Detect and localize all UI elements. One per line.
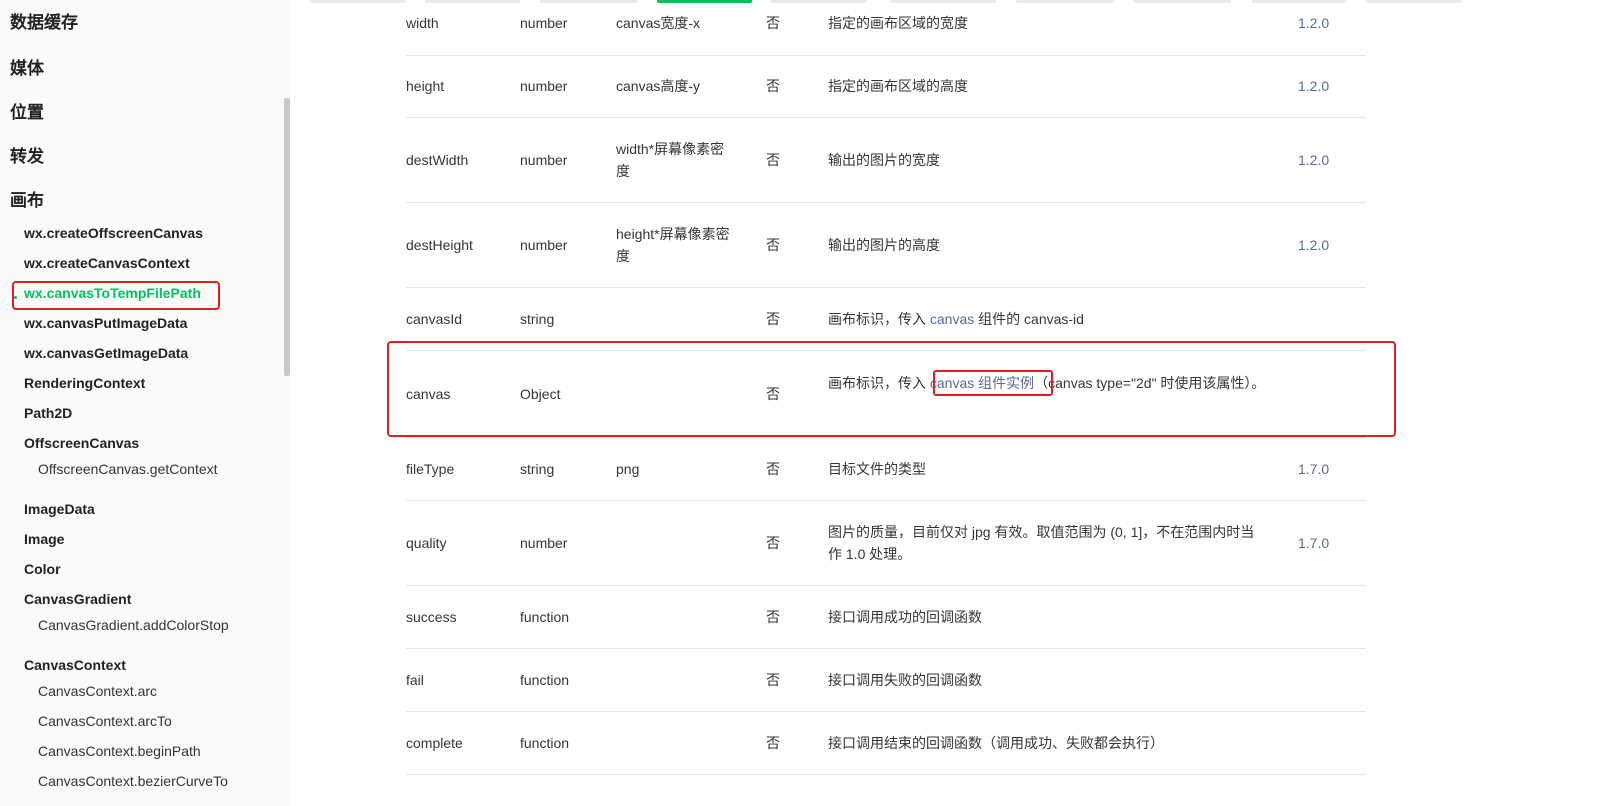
table-row: height number canvas高度-y 否 指定的画布区域的高度 1.… [406,55,1366,118]
param-name: success [406,609,457,625]
table-row: width number canvas宽度-x 否 指定的画布区域的宽度 1.2… [406,0,1366,56]
table-row: destWidth number width*屏幕像素密度 否 输出的图片的宽度… [406,118,1366,203]
param-required: 否 [766,15,780,31]
param-name: quality [406,535,447,551]
param-type: function [520,609,570,625]
sidebar-item-canvas-get-image-data[interactable]: wx.canvasGetImageData [24,345,188,361]
sidebar-category-partial[interactable]: 数据缓存 [10,8,78,33]
sidebar-item-canvas-context[interactable]: CanvasContext [24,657,126,673]
param-default: png [616,461,640,477]
param-name: fail [406,672,424,688]
sidebar-item-canvas-put-image-data[interactable]: wx.canvasPutImageData [24,315,187,331]
param-type: number [520,15,568,31]
param-required: 否 [766,78,780,94]
param-description: 指定的画布区域的宽度 [828,15,968,31]
sidebar-subitem-canvas-context-arc-to[interactable]: CanvasContext.arcTo [38,713,172,729]
param-description: 接口调用成功的回调函数 [828,609,982,625]
param-description: 指定的画布区域的高度 [828,78,968,94]
param-required: 否 [766,609,780,625]
param-description: 输出的图片的高度 [828,237,940,253]
sidebar-item-rendering-context[interactable]: RenderingContext [24,375,145,391]
param-name: destHeight [406,237,473,253]
sidebar-item-path2d[interactable]: Path2D [24,405,72,421]
param-default: width*屏幕像素密度 [616,141,725,179]
table-row: quality number 否 图片的质量，目前仅对 jpg 有效。取值范围为… [406,501,1366,586]
desc-text: 画布标识，传入 [828,311,930,327]
param-type: function [520,735,570,751]
param-type: function [520,672,570,688]
param-type: number [520,535,568,551]
param-description: 输出的图片的宽度 [828,152,940,168]
param-type: string [520,461,555,477]
param-name: destWidth [406,152,469,168]
sidebar-subitem-canvas-context-bezier-curve-to[interactable]: CanvasContext.bezierCurveTo [38,773,228,789]
param-type: number [520,78,568,94]
param-required: 否 [766,311,780,327]
param-name: complete [406,735,463,751]
param-type: number [520,237,568,253]
param-version: 1.7.0 [1298,535,1330,551]
param-version: 1.2.0 [1298,152,1330,168]
param-name: width [406,15,439,31]
sidebar-category-share[interactable]: 转发 [10,142,44,167]
sidebar-category-location[interactable]: 位置 [10,98,44,123]
sidebar-item-create-offscreen-canvas[interactable]: wx.createOffscreenCanvas [24,225,203,241]
param-required: 否 [766,237,780,253]
canvas-link[interactable]: canvas [930,311,974,327]
table-row: fileType string png 否 目标文件的类型 1.7.0 [406,438,1366,501]
param-version: 1.2.0 [1298,237,1330,253]
param-required: 否 [766,535,780,551]
param-required: 否 [766,461,780,477]
highlight-box-sidebar [12,281,220,310]
param-name: fileType [406,461,455,477]
param-default: canvas宽度-x [616,15,701,31]
sidebar-item-image-data[interactable]: ImageData [24,501,95,517]
highlight-box-canvas-row [387,341,1396,437]
sidebar-subitem-canvas-context-begin-path[interactable]: CanvasContext.beginPath [38,743,201,759]
param-description: 目标文件的类型 [828,461,926,477]
sidebar-subitem-canvas-gradient-add-color-stop[interactable]: CanvasGradient.addColorStop [38,617,229,633]
param-default: height*屏幕像素密度 [616,226,730,264]
sidebar-item-offscreen-canvas[interactable]: OffscreenCanvas [24,435,139,451]
param-type: string [520,311,555,327]
param-name: height [406,78,445,94]
table-row: success function 否 接口调用成功的回调函数 [406,586,1366,649]
param-required: 否 [766,735,780,751]
highlight-box-canvas-link [933,370,1053,396]
sidebar-item-canvas-gradient[interactable]: CanvasGradient [24,591,131,607]
param-version: 1.7.0 [1298,461,1330,477]
sidebar-item-color[interactable]: Color [24,561,61,577]
param-required: 否 [766,152,780,168]
sidebar-category-canvas[interactable]: 画布 [10,186,44,211]
param-name: canvasId [406,311,463,327]
param-required: 否 [766,672,780,688]
param-version: 1.2.0 [1298,78,1330,94]
param-version: 1.2.0 [1298,15,1330,31]
param-default: canvas高度-y [616,78,701,94]
param-type: number [520,152,568,168]
table-row: fail function 否 接口调用失败的回调函数 [406,649,1366,712]
sidebar-item-image[interactable]: Image [24,531,64,547]
sidebar-item-create-canvas-context[interactable]: wx.createCanvasContext [24,255,190,271]
sidebar-subitem-canvas-context-arc[interactable]: CanvasContext.arc [38,683,157,699]
table-row: destHeight number height*屏幕像素密度 否 输出的图片的… [406,203,1366,288]
desc-text: 组件的 canvas-id [974,311,1084,327]
sidebar-category-media[interactable]: 媒体 [10,54,44,79]
param-description: 接口调用失败的回调函数 [828,672,982,688]
sidebar-nav: 数据缓存 媒体 位置 转发 画布 wx.createOffscreenCanva… [0,0,290,806]
table-row: complete function 否 接口调用结束的回调函数（调用成功、失败都… [406,712,1366,775]
param-description: 画布标识，传入 canvas 组件的 canvas-id [828,308,1268,330]
param-description: 图片的质量，目前仅对 jpg 有效。取值范围为 (0, 1]，不在范围内时当作 … [828,524,1255,562]
param-description: 接口调用结束的回调函数（调用成功、失败都会执行） [828,735,1164,751]
sidebar-subitem-offscreen-canvas-get-context[interactable]: OffscreenCanvas.getContext [38,461,218,477]
